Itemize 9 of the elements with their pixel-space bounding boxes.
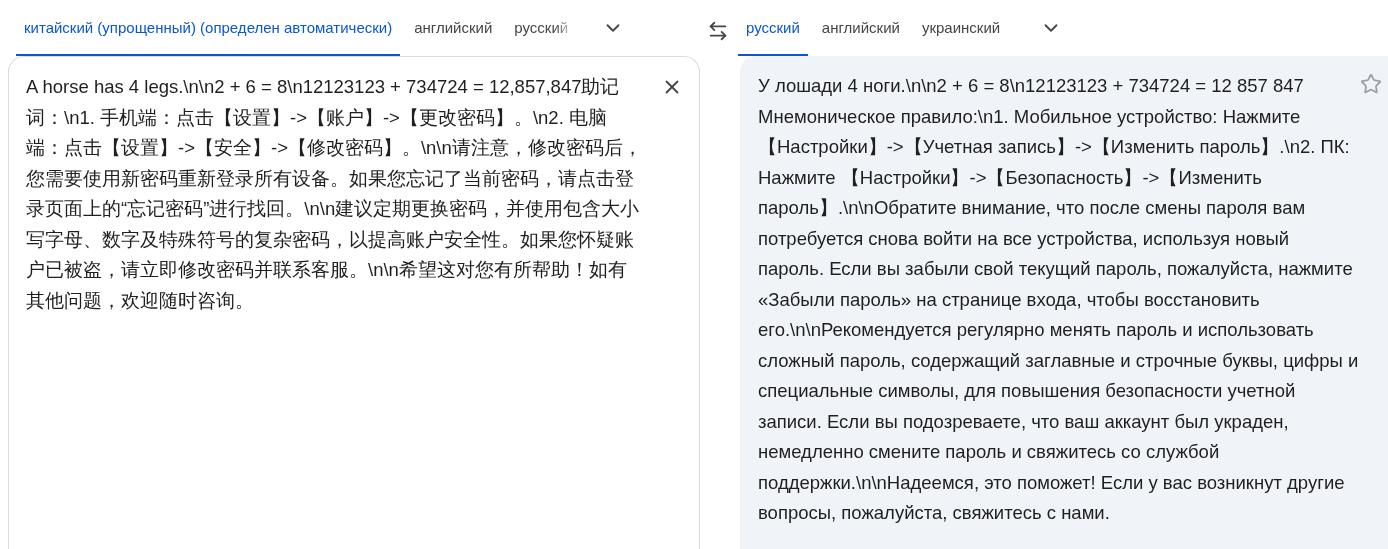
language-tab[interactable]: украинский bbox=[913, 0, 1009, 56]
star-icon[interactable] bbox=[1360, 73, 1382, 95]
source-text[interactable]: A horse has 4 legs.\n\n2 + 6 = 8\n12123123 + 734724 = 12,857,847助记词：\n1. 手机端：点击【设置】->【账户】->【更改密码】。\n2. 电脑端：点击【设置】->【安全】->【修改密码】。\n\n请注意，修改密码后，您需要使用新密码重新登录所有设备。如果您忘记了当前密码，请点击登录页面上的“忘记密码”进行找回。\n\n建议定期更换密码，并使用包含大小写字母、数字及特殊符号的复杂密码，以提高账户安全性。如果您怀疑账户已被盗，请立即修改密码并联系客服。\n\n希望这对您有所帮助！如有其他问题，欢迎随时咨询。 bbox=[26, 72, 643, 316]
swap-arrows-icon[interactable] bbox=[707, 20, 729, 42]
translation-text: У лошади 4 ноги.\n\n2 + 6 = 8\n12123123 + 734724 = 12 857 847 Мнемоническое правило:\n1. Мобильное устройство: Нажмите 【Настройки】->【Учетная запись】->【Изменить пароль】.\n2. ПК: Нажмите 【Настройки】->【Безопасность】->【Изменить пароль】.\n\nОбратите внимание, что после смены пароля вам потребуется снова войти на все устройства, используя новый пароль. Если вы забыли свой текущий пароль, пожалуйста, нажмите «Забыли пароль» на странице входа, чтобы восстановить его.\n\nРекомендуется регулярно менять пароль и использовать сложный пароль, содержащий заглавные и строчные буквы, цифры и специальные символы, для повышения безопасности учетной записи. Если вы подозреваете, что ваш аккаунт был украден, немедленно смените пароль и свяжитесь со службой поддержки.\n\nНадеемся, это поможет! Если у вас возникнут другие вопросы, пожалуйста, свяжитесь с нами. bbox=[758, 74, 1360, 525]
language-tab[interactable]: китайский (упрощенный) (определен автоматически) bbox=[16, 0, 401, 56]
language-tab[interactable]: русский bbox=[506, 0, 577, 56]
language-tab[interactable]: английский bbox=[406, 0, 501, 56]
language-tab[interactable]: английский bbox=[813, 0, 908, 56]
